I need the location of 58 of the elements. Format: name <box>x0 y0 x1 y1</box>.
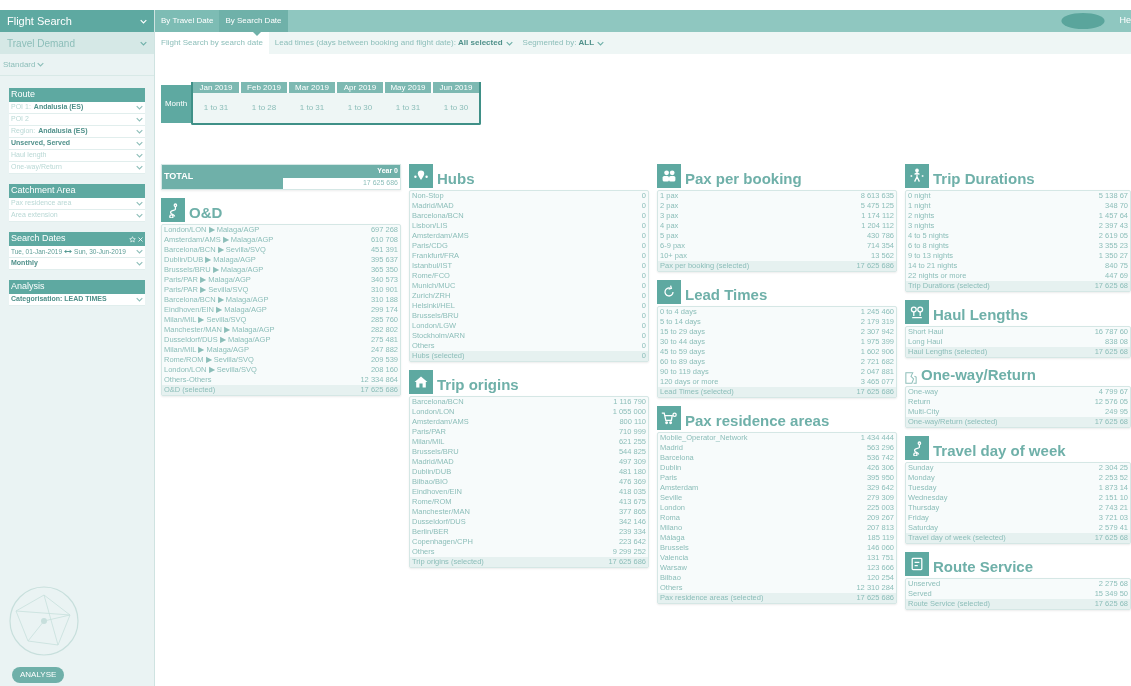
section-title: Route <box>11 88 36 102</box>
tab[interactable]: By Travel Date <box>155 10 220 32</box>
panel-title: Lead Times <box>685 286 768 304</box>
chevron-down-icon <box>136 297 143 302</box>
location-pin-icon <box>409 164 433 188</box>
chevron-down-icon <box>505 40 513 46</box>
month-range[interactable]: 1 to 30 <box>433 93 479 123</box>
panel-title: Pax residence areas <box>685 412 830 430</box>
panel-title: Haul Lengths <box>933 306 1028 324</box>
month-range[interactable]: 1 to 31 <box>385 93 431 123</box>
star-icon[interactable] <box>129 235 136 243</box>
month-range[interactable]: 1 to 31 <box>193 93 239 123</box>
month-header[interactable]: Apr 2019 <box>337 82 383 93</box>
panel-title: Travel day of week <box>933 442 1066 460</box>
panel-title: Hubs <box>437 170 475 188</box>
route-icon <box>905 436 929 460</box>
total-label: TOTAL <box>162 165 283 189</box>
user-menu[interactable]: He <box>1119 14 1131 28</box>
broken-image-icon <box>905 372 917 384</box>
house-icon <box>409 370 433 394</box>
month-header[interactable]: May 2019 <box>385 82 431 93</box>
date-link-icon <box>64 249 73 254</box>
panel-title: Route Service <box>933 558 1034 576</box>
calendar-icon <box>905 552 929 576</box>
panel-title: O&D <box>189 204 223 222</box>
filter-dropdown[interactable]: Lead times (days between booking and flight date): All selected <box>274 37 513 49</box>
panel-title: Trip origins <box>437 376 519 394</box>
analyse-button[interactable]: ANALYSE <box>12 667 65 683</box>
month-header[interactable]: Jun 2019 <box>433 82 479 93</box>
app-menu[interactable]: Flight Search <box>0 10 154 32</box>
month-range[interactable]: 1 to 28 <box>241 93 287 123</box>
module-select[interactable]: Travel Demand <box>0 32 154 54</box>
chevron-down-icon <box>37 62 45 67</box>
chevron-down-icon <box>140 18 147 24</box>
month-range[interactable]: 1 to 31 <box>289 93 335 123</box>
chevron-down-icon <box>140 40 147 46</box>
panel-title: One-way/Return <box>921 366 1037 384</box>
pins-icon <box>905 300 929 324</box>
page-title: Flight Search by search date <box>155 32 269 54</box>
panel-title: Trip Durations <box>933 170 1035 188</box>
section-title: Search Dates <box>11 232 66 246</box>
month-header[interactable]: Mar 2019 <box>289 82 335 93</box>
close-icon[interactable] <box>138 236 143 242</box>
view-select[interactable]: Standard <box>0 54 154 76</box>
chevron-down-icon <box>597 40 605 46</box>
filter-dropdown[interactable]: Segmented by: ALL <box>522 37 605 49</box>
month-range[interactable]: 1 to 30 <box>337 93 383 123</box>
people-icon <box>657 164 681 188</box>
row-header: Month <box>161 85 191 123</box>
section-title: Catchment Area <box>11 184 76 198</box>
section-title: Analysis <box>11 280 45 294</box>
cart-icon <box>657 406 681 430</box>
refresh-icon <box>657 280 681 304</box>
route-icon <box>161 198 185 222</box>
panel-title: Pax per booking <box>685 170 802 188</box>
walking-person-icon <box>905 164 929 188</box>
month-header[interactable]: Jan 2019 <box>193 82 239 93</box>
month-header[interactable]: Feb 2019 <box>241 82 287 93</box>
